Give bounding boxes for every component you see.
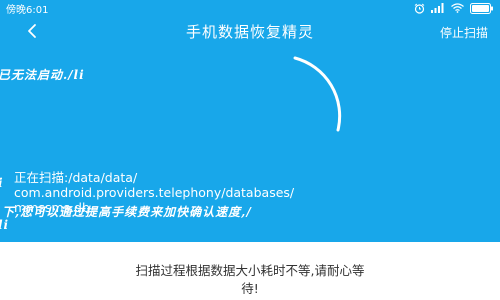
scan-hint-line1: 扫描过程根据数据大小耗时不等,请耐心等 <box>135 263 365 278</box>
overlay-text-a: 已无法启动./li <box>0 68 85 82</box>
scan-path-part3: mmssms.db <box>14 200 90 215</box>
scan-status-line1: 正在扫描:/data/data/ <box>14 170 294 185</box>
battery-icon <box>470 2 493 14</box>
signal-icon <box>431 3 444 13</box>
status-icons <box>414 2 494 14</box>
page-title: 手机数据恢复精灵 <box>185 23 314 41</box>
scan-hint-line2: 待! <box>241 281 259 296</box>
wifi-icon <box>451 3 464 13</box>
status-bar: 傍晚6:01 <box>0 0 500 16</box>
scan-path-part2: com.android.providers.telephony/database… <box>14 185 295 200</box>
stop-scan-button[interactable]: 停止扫描 <box>440 24 488 41</box>
scan-progress-ring <box>293 56 342 132</box>
scan-progress-arc <box>293 56 342 132</box>
scan-status: 正在扫描:/data/data/ com.android.providers.t… <box>14 170 294 215</box>
overlay-text-d: li <box>0 218 10 232</box>
title-bar: 手机数据恢复精灵 停止扫描 <box>0 16 500 46</box>
app-screen: 傍晚6:01 手机数据恢复精灵 停止扫描 已无法启动./li 下,您可以通过提高… <box>0 0 500 300</box>
scan-path-part1: :/data/data/ <box>64 170 138 185</box>
alarm-icon <box>414 3 425 14</box>
bottom-panel: 扫描过程根据数据大小耗时不等,请耐心等 待! <box>0 242 500 300</box>
status-time: 傍晚6:01 <box>6 5 49 16</box>
overlay-text-b: i <box>0 176 4 190</box>
scan-status-label: 正在扫描 <box>14 170 65 185</box>
